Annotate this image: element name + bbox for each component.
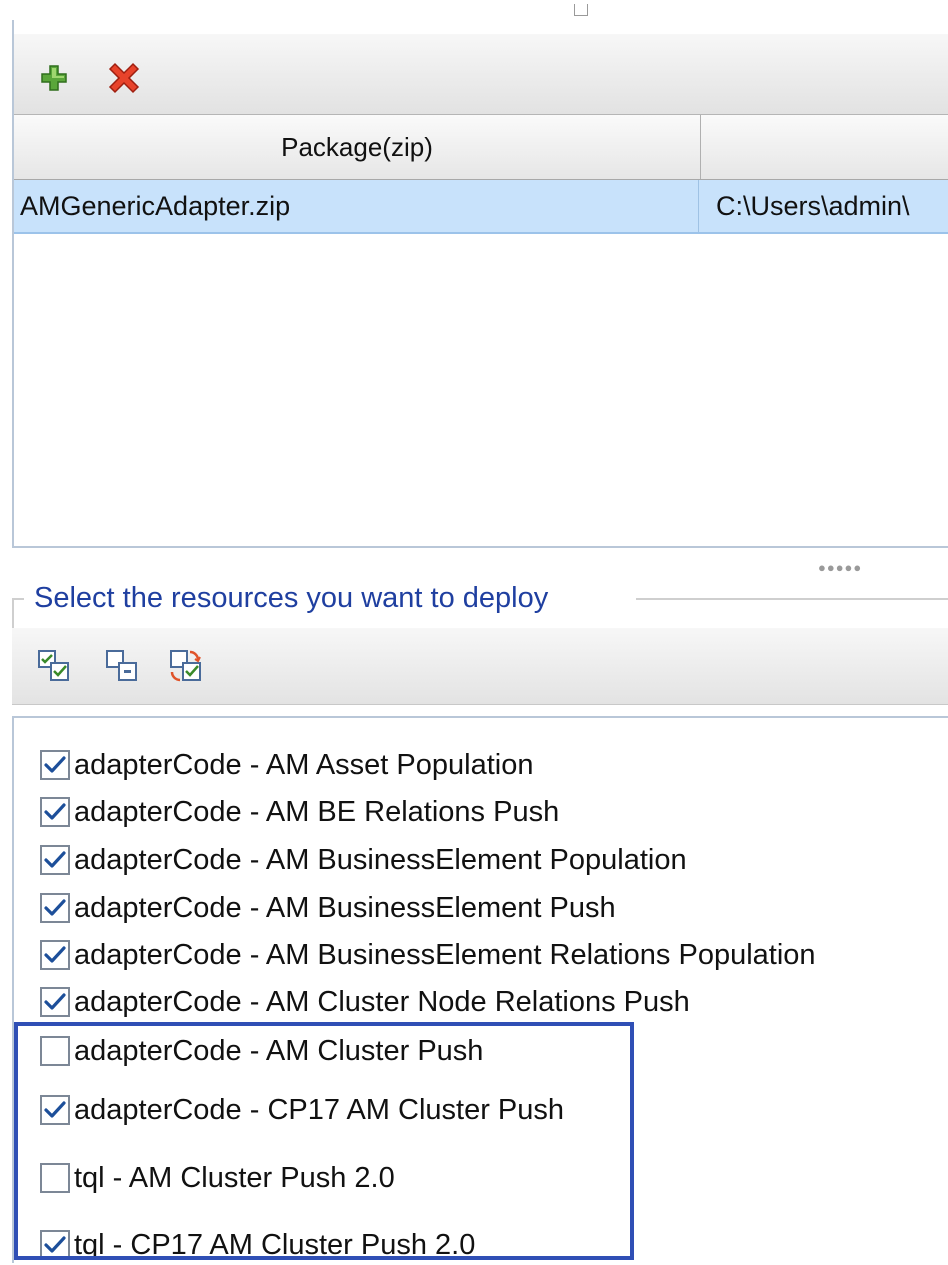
- checkmark-icon: [44, 993, 66, 1010]
- deselect-all-icon[interactable]: [104, 648, 140, 684]
- resource-item[interactable]: adapterCode - AM Cluster Push: [40, 1031, 483, 1071]
- group-border: [636, 598, 948, 600]
- resource-item[interactable]: adapterCode - AM Cluster Node Relations …: [40, 982, 690, 1022]
- checkmark-icon: [44, 803, 66, 820]
- resource-label: tql - CP17 AM Cluster Push 2.0: [74, 1228, 476, 1261]
- checkmark-icon: [44, 1101, 66, 1118]
- checkmark-icon: [44, 899, 66, 916]
- checkmark-icon: [44, 851, 66, 868]
- package-panel: Package(zip) AMGenericAdapter.zip C:\Use…: [12, 20, 948, 548]
- resource-item[interactable]: adapterCode - AM BusinessElement Relatio…: [40, 935, 816, 975]
- table-row[interactable]: AMGenericAdapter.zip C:\Users\admin\: [14, 180, 948, 234]
- package-name-cell[interactable]: AMGenericAdapter.zip: [20, 180, 699, 232]
- package-table-header: Package(zip): [14, 114, 948, 180]
- resource-label: adapterCode - AM Asset Population: [74, 748, 534, 781]
- resource-checkbox[interactable]: [40, 750, 70, 780]
- resource-item[interactable]: adapterCode - AM BusinessElement Push: [40, 888, 616, 928]
- select-all-icon[interactable]: [36, 648, 72, 684]
- remove-icon[interactable]: [106, 60, 142, 96]
- column-header-package[interactable]: Package(zip): [14, 115, 701, 179]
- resource-checkbox[interactable]: [40, 1163, 70, 1193]
- resource-label: adapterCode - AM Cluster Push: [74, 1034, 484, 1067]
- window-corner-marker: [574, 4, 588, 16]
- resource-label: adapterCode - AM BusinessElement Populat…: [74, 843, 687, 876]
- checkmark-icon: [44, 756, 66, 773]
- resource-item[interactable]: adapterCode - AM BE Relations Push: [40, 792, 559, 832]
- checkmark-icon: [44, 1236, 66, 1253]
- add-icon[interactable]: [38, 62, 70, 94]
- resource-item[interactable]: adapterCode - AM Asset Population: [40, 745, 533, 785]
- resource-label: adapterCode - AM BusinessElement Relatio…: [74, 938, 816, 971]
- resource-item[interactable]: adapterCode - CP17 AM Cluster Push: [40, 1090, 564, 1130]
- resource-checkbox[interactable]: [40, 1095, 70, 1125]
- resource-label: adapterCode - AM BusinessElement Push: [74, 891, 616, 924]
- resource-label: adapterCode - CP17 AM Cluster Push: [74, 1093, 565, 1126]
- resource-checkbox[interactable]: [40, 797, 70, 827]
- resource-item[interactable]: tql - CP17 AM Cluster Push 2.0: [40, 1225, 475, 1265]
- resource-checkbox[interactable]: [40, 845, 70, 875]
- package-path-cell[interactable]: C:\Users\admin\: [716, 180, 948, 232]
- resource-item[interactable]: adapterCode - AM BusinessElement Populat…: [40, 840, 687, 880]
- resource-checkbox[interactable]: [40, 1230, 70, 1260]
- checkmark-icon: [44, 946, 66, 963]
- splitter-grip[interactable]: ●●●●●: [818, 560, 862, 575]
- resources-toolbar: [12, 628, 948, 705]
- resource-checkbox[interactable]: [40, 940, 70, 970]
- resource-checkbox[interactable]: [40, 893, 70, 923]
- package-toolbar: [14, 34, 948, 115]
- column-header-path[interactable]: [701, 115, 948, 179]
- resource-checkbox[interactable]: [40, 1036, 70, 1066]
- resource-item[interactable]: tql - AM Cluster Push 2.0: [40, 1158, 395, 1198]
- resource-label: adapterCode - AM BE Relations Push: [74, 795, 560, 828]
- invert-selection-icon[interactable]: [168, 648, 204, 684]
- resource-checkbox[interactable]: [40, 987, 70, 1017]
- resources-group-title: Select the resources you want to deploy: [34, 582, 557, 615]
- resource-label: tql - AM Cluster Push 2.0: [74, 1161, 395, 1194]
- resource-label: adapterCode - AM Cluster Node Relations …: [74, 985, 690, 1018]
